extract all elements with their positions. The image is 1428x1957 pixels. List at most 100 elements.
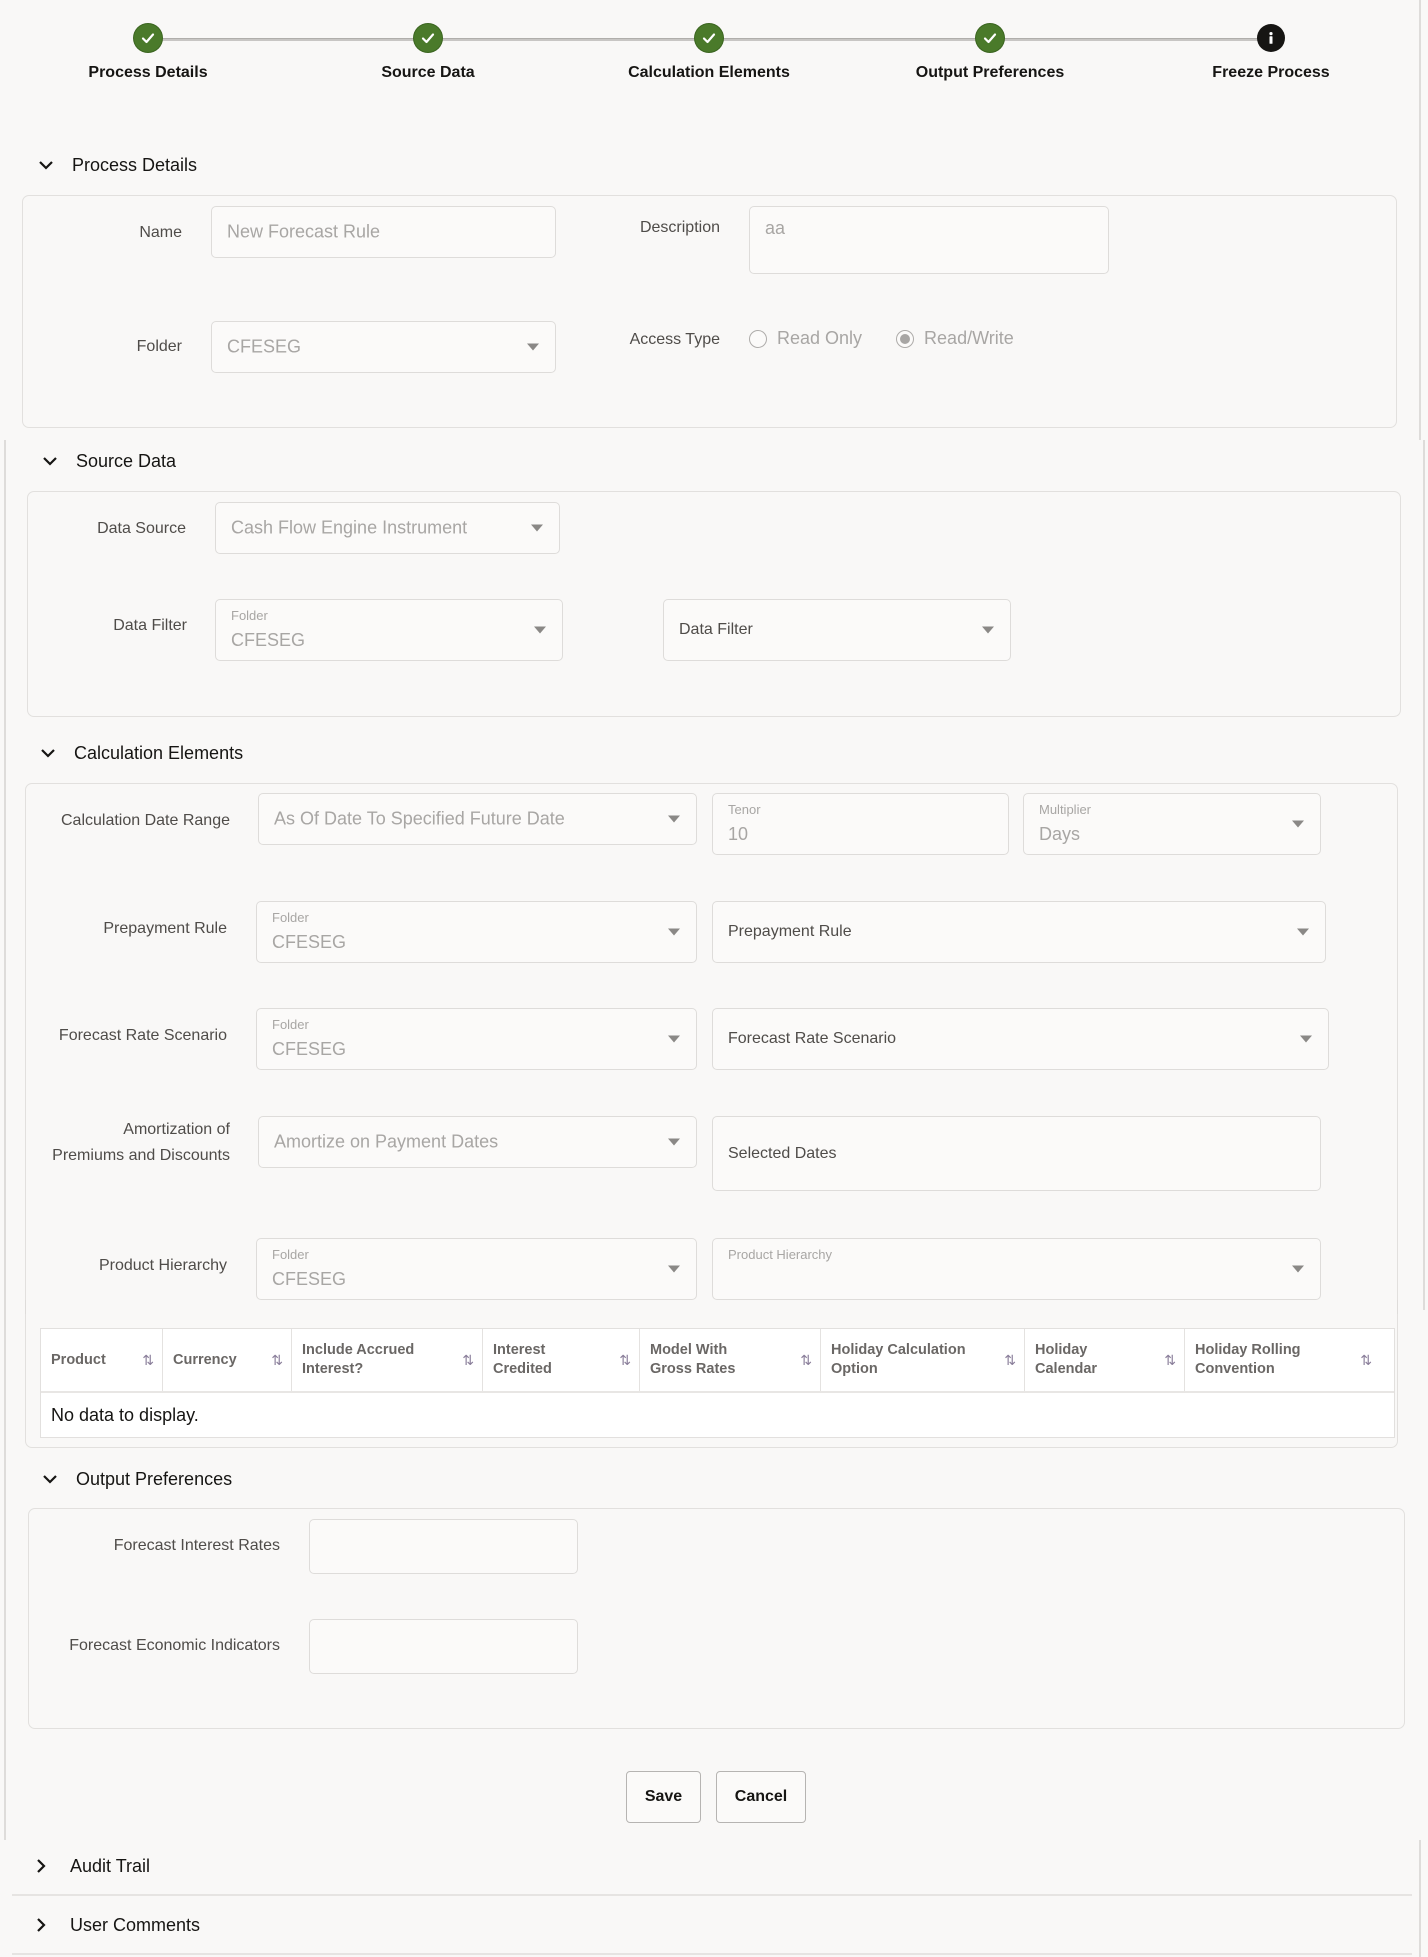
column-header-model-with-gross-rates[interactable]: Model With Gross Rates ⇅ [640, 1329, 821, 1391]
amortization-label-line1: Amortization of [123, 1121, 230, 1138]
data-filter-folder-select[interactable]: Folder CFESEG [215, 599, 563, 661]
column-header-holiday-calculation-option[interactable]: Holiday Calculation Option ⇅ [821, 1329, 1025, 1391]
caret-down-icon [1292, 1265, 1304, 1273]
access-type-radio-group: Read Only Read/Write [749, 328, 1048, 349]
radio-read-write[interactable]: Read/Write [896, 328, 1014, 349]
column-header-currency[interactable]: Currency ⇅ [163, 1329, 292, 1391]
frame-divider [1419, 1840, 1421, 1957]
section-header-source-data[interactable]: Source Data [38, 449, 176, 473]
train-step-output-preferences[interactable]: Output Preferences [860, 24, 1120, 82]
caret-down-icon [1297, 928, 1309, 936]
save-button[interactable]: Save [626, 1771, 701, 1823]
calculation-date-range-label: Calculation Date Range [61, 812, 230, 829]
prepayment-folder-label: Folder [272, 910, 309, 925]
column-header-line: Interest [493, 1342, 546, 1358]
cancel-button[interactable]: Cancel [716, 1771, 806, 1823]
sort-icon[interactable]: ⇅ [800, 1351, 812, 1370]
chevron-right-icon [30, 1917, 52, 1933]
sort-icon[interactable]: ⇅ [1004, 1351, 1016, 1370]
multiplier-value: Days [1039, 824, 1081, 844]
column-header-line: Convention [1195, 1361, 1275, 1377]
process-train: Process Details Source Data Calculation … [0, 0, 1428, 110]
sort-icon[interactable]: ⇅ [619, 1351, 631, 1370]
accordion-label: User Comments [70, 1914, 201, 1935]
data-filter-select[interactable]: Data Filter [663, 599, 1011, 661]
section-title: Source Data [76, 450, 177, 471]
chevron-down-icon [34, 153, 58, 177]
column-header-holiday-calendar[interactable]: Holiday Calendar ⇅ [1025, 1329, 1185, 1391]
caret-down-icon [668, 1035, 680, 1043]
sort-icon[interactable]: ⇅ [1360, 1351, 1372, 1370]
description-textarea[interactable]: aa [749, 206, 1109, 274]
section-header-process-details[interactable]: Process Details [34, 153, 197, 177]
sort-icon[interactable]: ⇅ [462, 1351, 474, 1370]
forecast-economic-indicators-input[interactable] [309, 1619, 578, 1674]
product-hierarchy-select[interactable]: Product Hierarchy [712, 1238, 1321, 1300]
train-step-label: Process Details [88, 64, 208, 81]
prepayment-rule-select[interactable]: Prepayment Rule [712, 901, 1326, 963]
tenor-input[interactable]: Tenor 10 [712, 793, 1009, 855]
data-filter-label: Data Filter [113, 617, 187, 634]
train-step-calculation-elements[interactable]: Calculation Elements [579, 24, 839, 82]
caret-down-icon [668, 928, 680, 936]
train-step-source-data[interactable]: Source Data [298, 24, 558, 82]
forecast-interest-rates-input[interactable] [309, 1519, 578, 1574]
amortization-value: Amortize on Payment Dates [274, 1131, 499, 1152]
access-type-label: Access Type [629, 331, 720, 348]
sort-icon[interactable]: ⇅ [142, 1351, 154, 1370]
name-input[interactable]: New Forecast Rule [211, 206, 556, 258]
column-header-holiday-rolling-convention[interactable]: Holiday Rolling Convention ⇅ [1185, 1329, 1394, 1391]
radio-read-only[interactable]: Read Only [749, 328, 862, 349]
column-header-text: Holiday Calendar [1035, 1341, 1097, 1379]
column-header-interest-credited[interactable]: Interest Credited ⇅ [483, 1329, 640, 1391]
frame-divider [4, 440, 6, 1310]
train-step-label: Calculation Elements [628, 64, 790, 81]
selected-dates-input[interactable]: Selected Dates [712, 1116, 1321, 1191]
table-empty-message: No data to display. [51, 1404, 199, 1425]
data-source-select[interactable]: Cash Flow Engine Instrument [215, 502, 560, 554]
caret-down-icon [668, 1265, 680, 1273]
prepayment-folder-select[interactable]: Folder CFESEG [256, 901, 697, 963]
amortization-label: Amortization of Premiums and Discounts [20, 1117, 230, 1169]
forecast-rate-scenario-select[interactable]: Forecast Rate Scenario [712, 1008, 1329, 1070]
train-step-label: Source Data [381, 64, 475, 81]
product-folder-select[interactable]: Folder CFESEG [256, 1238, 697, 1300]
sort-icon[interactable]: ⇅ [1164, 1351, 1176, 1370]
column-header-text: Product [51, 1351, 106, 1370]
amortization-select[interactable]: Amortize on Payment Dates [258, 1116, 697, 1168]
column-header-product[interactable]: Product ⇅ [41, 1329, 163, 1391]
folder-select[interactable]: CFESEG [211, 321, 556, 373]
chevron-right-icon [30, 1858, 52, 1874]
column-header-text: Interest Credited [493, 1341, 552, 1379]
column-header-text: Model With Gross Rates [650, 1341, 735, 1379]
frame-divider [4, 1310, 6, 1840]
section-header-output-preferences[interactable]: Output Preferences [38, 1467, 232, 1491]
column-header-include-accrued-interest[interactable]: Include Accrued Interest? ⇅ [292, 1329, 483, 1391]
panel-overlap-cover [26, 1300, 1397, 1314]
train-step-freeze-process[interactable]: Freeze Process [1141, 24, 1401, 82]
forecast-folder-value: CFESEG [272, 1039, 347, 1059]
data-source-value: Cash Flow Engine Instrument [231, 517, 468, 538]
prepayment-rule-placeholder: Prepayment Rule [728, 923, 852, 940]
train-step-label: Output Preferences [915, 64, 1065, 81]
column-header-line: Interest? [302, 1361, 364, 1377]
forecast-folder-select[interactable]: Folder CFESEG [256, 1008, 697, 1070]
caret-down-icon [531, 524, 543, 532]
section-title: Calculation Elements [74, 742, 244, 763]
multiplier-select[interactable]: Multiplier Days [1023, 793, 1321, 855]
column-header-line: Include Accrued [302, 1342, 415, 1358]
accordion-user-comments[interactable]: User Comments [12, 1897, 1412, 1955]
section-header-calculation-elements[interactable]: Calculation Elements [36, 741, 243, 765]
accordion-audit-trail[interactable]: Audit Trail [12, 1838, 1412, 1896]
caret-down-icon [1292, 820, 1304, 828]
calculation-date-range-select[interactable]: As Of Date To Specified Future Date [258, 793, 697, 845]
data-filter-folder-label: Folder [231, 608, 268, 623]
caret-down-icon [982, 626, 994, 634]
sort-icon[interactable]: ⇅ [271, 1351, 283, 1370]
description-label: Description [639, 219, 720, 236]
train-step-process-details[interactable]: Process Details [18, 24, 278, 82]
section-title: Output Preferences [76, 1468, 233, 1489]
table-header-row: Product ⇅ Currency ⇅ Include Accrued Inte… [41, 1329, 1394, 1393]
caret-down-icon [1300, 1035, 1312, 1043]
train-step-label: Freeze Process [1212, 64, 1330, 81]
